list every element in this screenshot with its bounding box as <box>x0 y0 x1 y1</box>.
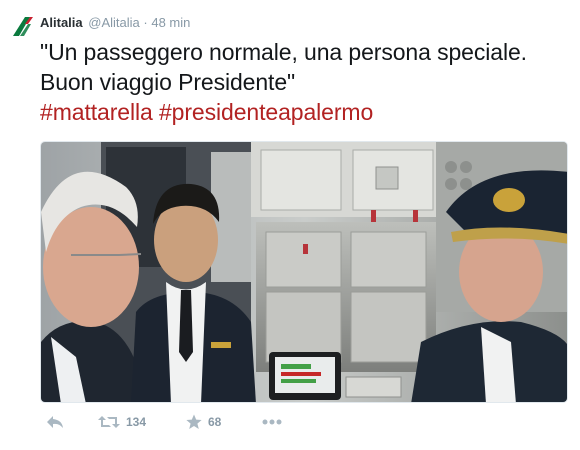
more-button[interactable] <box>262 418 282 426</box>
tweet-photo[interactable] <box>40 141 568 403</box>
retweet-count: 134 <box>126 415 147 429</box>
retweet-icon <box>98 416 120 428</box>
reply-icon <box>47 416 63 428</box>
retweet-button[interactable]: 134 <box>98 414 146 430</box>
tweet-actions: 134 68 <box>40 414 560 438</box>
tweet-text: "Un passeggero normale, una persona spec… <box>40 37 560 127</box>
reply-button[interactable] <box>46 414 64 430</box>
tweet-body: "Un passeggero normale, una persona spec… <box>40 39 527 95</box>
alitalia-logo-icon <box>13 17 33 36</box>
star-icon <box>186 414 202 429</box>
more-icon <box>262 419 282 425</box>
hashtag-mattarella[interactable]: #mattarella <box>40 99 153 125</box>
hashtag-presidenteapalermo[interactable]: #presidenteapalermo <box>159 99 373 125</box>
tweet-timestamp[interactable]: 48 min <box>151 15 190 30</box>
header-separator: · <box>143 15 148 30</box>
author-name[interactable]: Alitalia <box>40 15 83 30</box>
author-handle[interactable]: @Alitalia <box>88 15 140 30</box>
tweet-header: Alitalia @Alitalia · 48 min <box>40 15 190 31</box>
photo-illustration <box>41 142 567 402</box>
favorite-count: 68 <box>208 415 222 429</box>
favorite-button[interactable]: 68 <box>186 414 221 430</box>
